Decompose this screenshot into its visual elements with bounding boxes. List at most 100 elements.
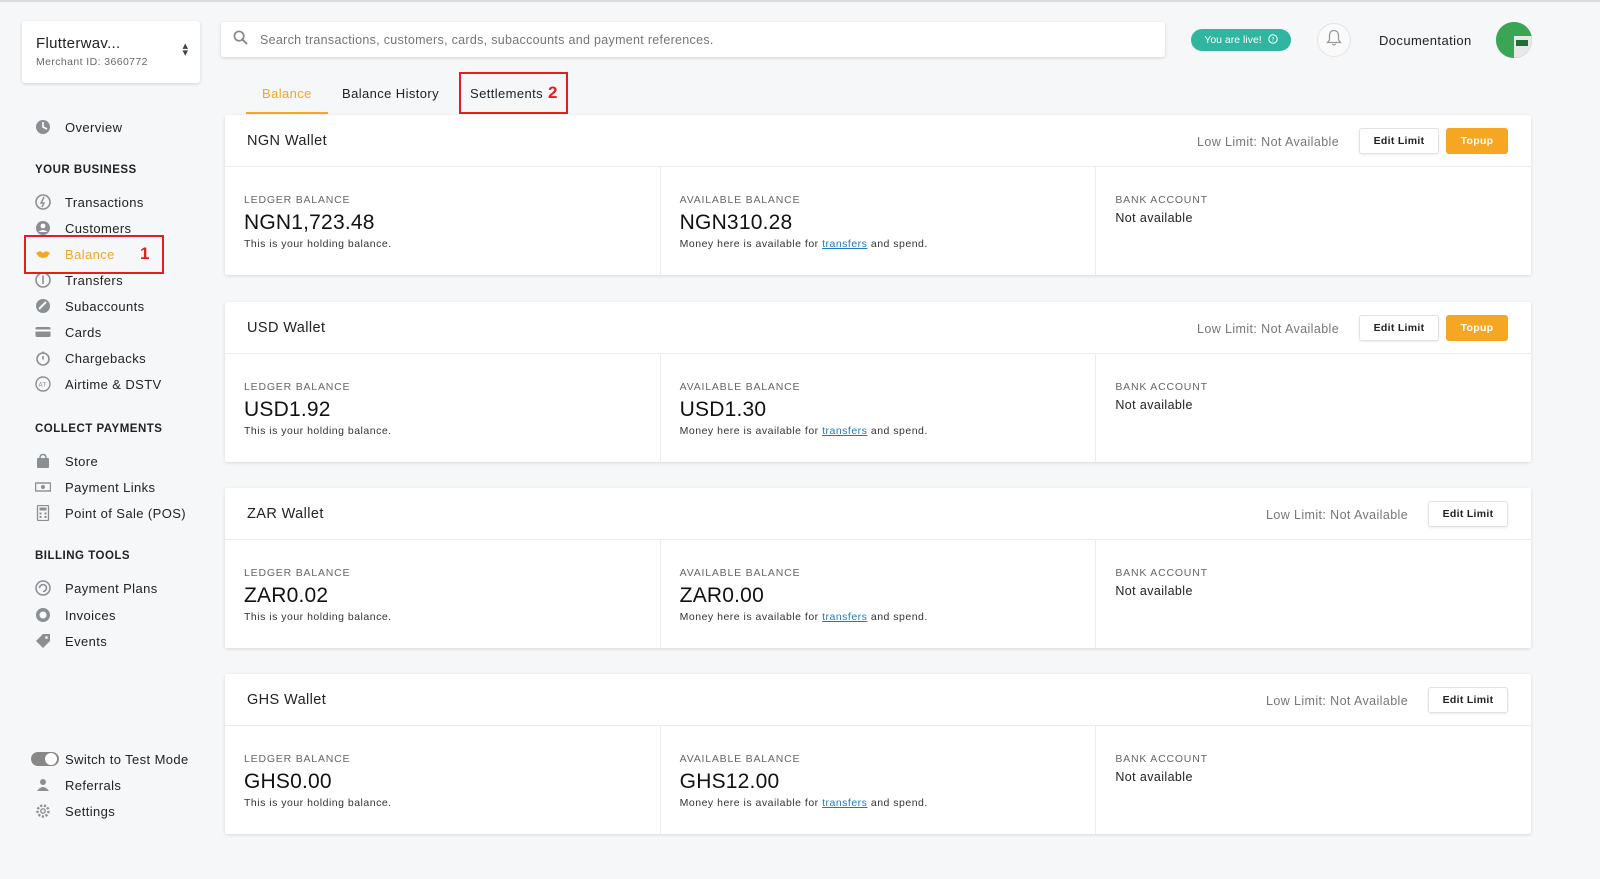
sidebar-item-cards[interactable]: Cards [35,322,102,342]
sidebar-item-label: Referrals [65,777,122,793]
transactions-icon [35,194,51,210]
bank-account-label: BANK ACCOUNT [1115,381,1208,393]
transfers-link[interactable]: transfers [822,425,867,437]
calculator-icon [35,505,51,521]
low-limit-text: Low Limit: Not Available [1197,322,1340,336]
sidebar-item-label: Point of Sale (POS) [65,505,187,521]
available-balance-label: AVAILABLE BALANCE [679,194,801,206]
subaccounts-icon [35,298,51,314]
sidebar-item-payment-plans[interactable]: Payment Plans [35,578,158,598]
wallet-card-usd: USD Wallet Low Limit: Not Available Edit… [225,302,1531,462]
sidebar-item-label: Events [65,633,108,649]
transfers-link[interactable]: transfers [822,797,867,809]
available-balance-label: AVAILABLE BALANCE [679,381,801,393]
low-limit-text: Low Limit: Not Available [1266,508,1409,522]
bank-account-panel: BANK ACCOUNT Not available [1096,726,1531,834]
svg-text:AT: AT [39,382,47,389]
tab-balance-history[interactable]: Balance History [342,86,439,101]
note-text: Money here is available for [679,238,823,250]
ledger-balance-label: LEDGER BALANCE [244,567,351,579]
ledger-balance-value: GHS0.00 [244,770,332,793]
merchant-id: Merchant ID: 3660772 [36,56,148,68]
search-bar[interactable] [221,22,1165,57]
ledger-balance-value: NGN1,723.48 [244,211,375,234]
sidebar-item-label: Overview [65,119,123,135]
bank-account-panel: BANK ACCOUNT Not available [1096,167,1531,275]
sidebar-item-overview[interactable]: Overview [35,117,122,137]
referrals-icon [35,777,51,793]
bag-icon [35,453,51,469]
tab-balance[interactable]: Balance [262,86,312,101]
notifications-button[interactable] [1317,23,1351,57]
sidebar-item-payment-links[interactable]: Payment Links [35,477,155,497]
sidebar-item-airtime[interactable]: AT Airtime & DSTV [35,374,162,394]
topup-button[interactable]: Topup [1446,128,1508,154]
avatar[interactable] [1496,22,1532,58]
sidebar-item-label: Subaccounts [65,298,145,314]
merchant-switcher[interactable]: Flutterwav... Merchant ID: 3660772 ▴ ▾ [22,21,200,83]
bank-account-label: BANK ACCOUNT [1115,194,1208,206]
test-mode-toggle[interactable]: Switch to Test Mode [31,749,189,769]
ledger-balance-note: This is your holding balance. [244,611,392,623]
sidebar-item-chargebacks[interactable]: Chargebacks [35,348,146,368]
note-text: Money here is available for [679,425,823,437]
transfers-link[interactable]: transfers [822,611,867,623]
sidebar: Flutterwav... Merchant ID: 3660772 ▴ ▾ Ov… [0,2,220,879]
transfers-link[interactable]: transfers [822,238,867,250]
wallet-card-ngn: NGN Wallet Low Limit: Not Available Edit… [225,115,1531,275]
note-text: Money here is available for [679,797,823,809]
available-balance-panel: AVAILABLE BALANCE NGN310.28 Money here i… [661,167,1097,275]
sidebar-item-settings[interactable]: Settings [35,801,115,821]
bank-account-panel: BANK ACCOUNT Not available [1096,354,1531,462]
sidebar-item-referrals[interactable]: Referrals [35,775,121,795]
note-text: and spend. [867,797,928,809]
sidebar-item-transactions[interactable]: Transactions [35,192,144,212]
live-status-badge[interactable]: You are live! ? [1191,29,1291,51]
edit-limit-button[interactable]: Edit Limit [1428,687,1508,713]
bank-account-label: BANK ACCOUNT [1115,567,1208,579]
bank-account-value: Not available [1115,211,1193,225]
available-balance-value: USD1.30 [679,398,767,421]
sidebar-item-invoices[interactable]: Invoices [35,605,116,625]
bank-account-label: BANK ACCOUNT [1115,753,1208,765]
wallet-title: NGN Wallet [247,133,327,149]
wallet-title: ZAR Wallet [247,506,324,522]
sidebar-item-label: Transactions [65,194,144,210]
edit-limit-button[interactable]: Edit Limit [1359,315,1439,341]
section-collect-payments: COLLECT PAYMENTS [35,423,163,435]
sidebar-item-events[interactable]: Events [35,631,107,651]
available-balance-panel: AVAILABLE BALANCE USD1.30 Money here is … [661,354,1097,462]
sidebar-item-store[interactable]: Store [35,451,98,471]
edit-limit-button[interactable]: Edit Limit [1359,128,1439,154]
sidebar-item-label: Customers [65,220,132,236]
wallet-title: USD Wallet [247,320,326,336]
ledger-balance-panel: LEDGER BALANCE ZAR0.02 This is your hold… [225,540,661,648]
available-balance-note: Money here is available for transfers an… [680,425,1096,437]
ledger-balance-panel: LEDGER BALANCE USD1.92 This is your hold… [225,354,661,462]
ledger-balance-note: This is your holding balance. [244,797,392,809]
ledger-balance-label: LEDGER BALANCE [244,194,351,206]
available-balance-panel: AVAILABLE BALANCE GHS12.00 Money here is… [661,726,1097,834]
available-balance-label: AVAILABLE BALANCE [679,753,801,765]
invoice-icon [35,607,51,623]
ledger-balance-panel: LEDGER BALANCE GHS0.00 This is your hold… [225,726,661,834]
note-text: and spend. [867,238,928,250]
section-billing-tools: BILLING TOOLS [35,550,131,562]
sidebar-item-pos[interactable]: Point of Sale (POS) [35,503,186,523]
sidebar-item-label: Payment Plans [65,580,158,596]
transfers-icon [35,272,51,288]
search-input[interactable] [260,32,1140,47]
available-balance-value: ZAR0.00 [679,584,764,607]
wallet-card-ghs: GHS Wallet Low Limit: Not Available Edit… [225,674,1531,834]
toggle-switch[interactable] [31,752,59,766]
annotation-number-2: 2 [548,83,558,102]
tag-icon [35,633,51,649]
available-balance-note: Money here is available for transfers an… [680,238,1096,250]
tab-active-indicator [246,112,328,114]
edit-limit-button[interactable]: Edit Limit [1428,501,1508,527]
sidebar-item-label: Airtime & DSTV [65,376,162,392]
topup-button[interactable]: Topup [1446,315,1508,341]
sidebar-item-subaccounts[interactable]: Subaccounts [35,296,145,316]
ledger-balance-value: USD1.92 [244,398,331,421]
documentation-link[interactable]: Documentation [1379,33,1472,48]
